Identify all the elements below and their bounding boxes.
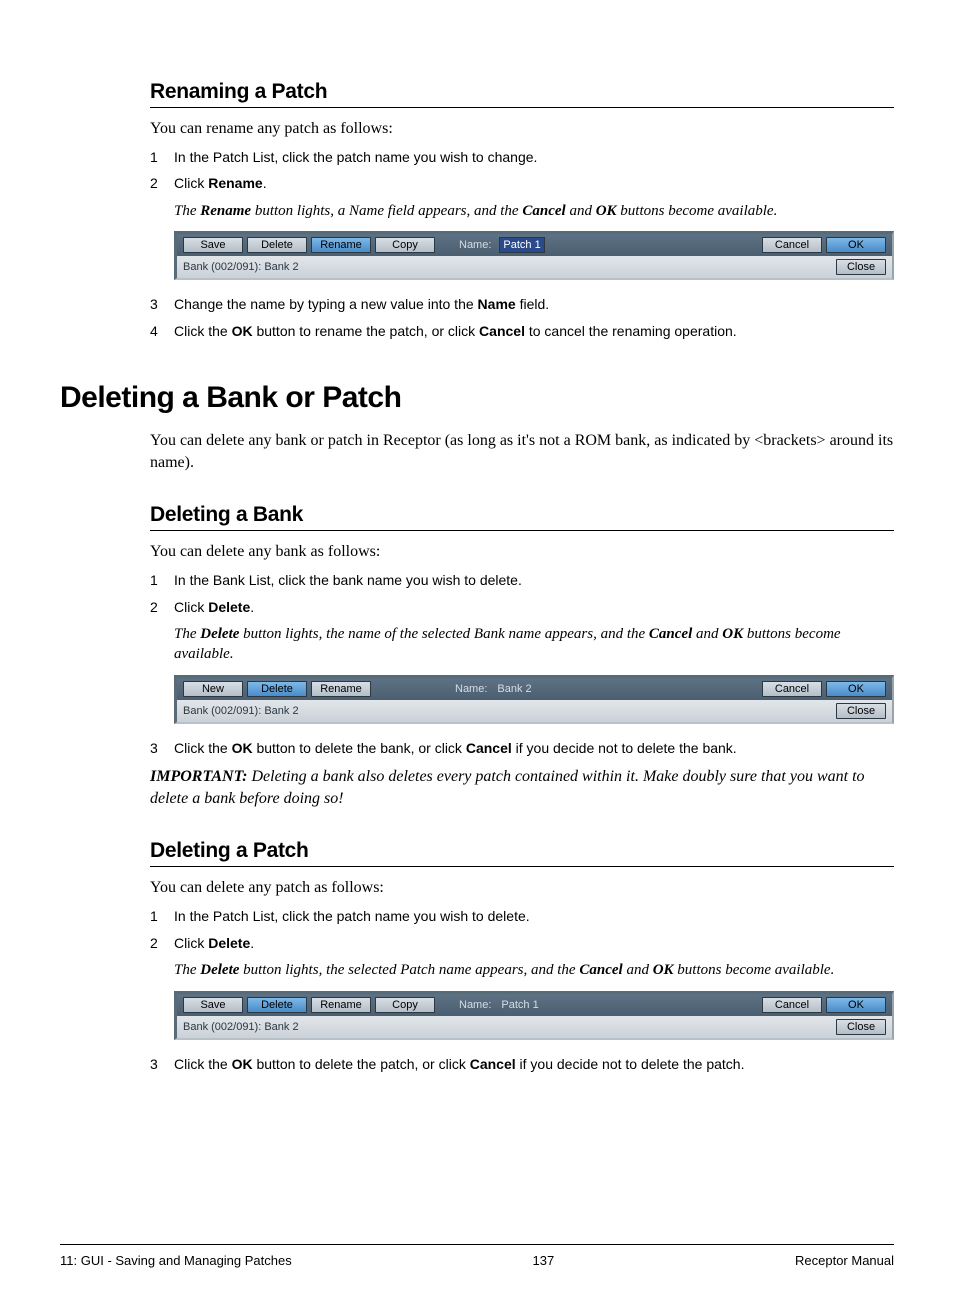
- footer-chapter: 11: GUI - Saving and Managing Patches: [60, 1253, 292, 1268]
- delete-button[interactable]: Delete: [247, 237, 307, 253]
- delete-button[interactable]: Delete: [247, 681, 307, 697]
- cancel-button[interactable]: Cancel: [762, 681, 822, 697]
- footer-manual-name: Receptor Manual: [795, 1253, 894, 1268]
- delete-button[interactable]: Delete: [247, 997, 307, 1013]
- step-text: In the Patch List, click the patch name …: [174, 148, 894, 168]
- name-label: Name:: [459, 239, 491, 251]
- step-number: 1: [150, 571, 174, 591]
- close-button[interactable]: Close: [836, 703, 886, 719]
- step-text: In the Bank List, click the bank name yo…: [174, 571, 894, 591]
- copy-button[interactable]: Copy: [375, 237, 435, 253]
- step-number: 1: [150, 907, 174, 927]
- step-text: Click the OK button to delete the patch,…: [174, 1055, 894, 1075]
- close-button[interactable]: Close: [836, 1019, 886, 1035]
- step-text: In the Patch List, click the patch name …: [174, 907, 894, 927]
- step-number: 3: [150, 295, 174, 315]
- main-heading-deleting: Deleting a Bank or Patch: [60, 381, 894, 415]
- step-note: The Rename button lights, a Name field a…: [174, 201, 894, 221]
- cancel-button[interactable]: Cancel: [762, 237, 822, 253]
- toolbar-screenshot-delete-bank: New Delete Rename Name: Bank 2 Cancel OK…: [174, 675, 894, 724]
- step-number: 2: [150, 934, 174, 954]
- step-number: 3: [150, 1055, 174, 1075]
- ok-button[interactable]: OK: [826, 997, 886, 1013]
- step-text: Click Delete.: [174, 934, 894, 954]
- copy-button[interactable]: Copy: [375, 997, 435, 1013]
- step-number: 4: [150, 322, 174, 342]
- step-number: 1: [150, 148, 174, 168]
- name-value: Patch 1: [501, 999, 538, 1011]
- name-input[interactable]: Patch 1: [499, 237, 544, 253]
- step-note: The Delete button lights, the selected P…: [174, 960, 894, 980]
- close-button[interactable]: Close: [836, 259, 886, 275]
- step-number: 3: [150, 739, 174, 759]
- toolbar-screenshot-rename: Save Delete Rename Copy Name: Patch 1 Ca…: [174, 231, 894, 280]
- toolbar-screenshot-delete-patch: Save Delete Rename Copy Name: Patch 1 Ca…: [174, 991, 894, 1040]
- page-footer: 11: GUI - Saving and Managing Patches 13…: [60, 1244, 894, 1268]
- bank-status: Bank (002/091): Bank 2: [183, 261, 299, 273]
- step-text: Click the OK button to rename the patch,…: [174, 322, 894, 342]
- important-note: IMPORTANT: Deleting a bank also deletes …: [150, 766, 894, 809]
- step-number: 2: [150, 598, 174, 618]
- name-value: Bank 2: [497, 683, 531, 695]
- bank-status: Bank (002/091): Bank 2: [183, 705, 299, 717]
- step-note: The Delete button lights, the name of th…: [174, 624, 894, 665]
- footer-page-number: 137: [533, 1253, 555, 1268]
- intro-text: You can delete any bank as follows:: [150, 541, 894, 563]
- bank-status: Bank (002/091): Bank 2: [183, 1021, 299, 1033]
- new-button[interactable]: New: [183, 681, 243, 697]
- section-heading-deleting-patch: Deleting a Patch: [150, 839, 894, 867]
- name-label: Name:: [459, 999, 491, 1011]
- rename-button[interactable]: Rename: [311, 681, 371, 697]
- section-heading-deleting-bank: Deleting a Bank: [150, 503, 894, 531]
- intro-text: You can delete any patch as follows:: [150, 877, 894, 899]
- ok-button[interactable]: OK: [826, 237, 886, 253]
- rename-button[interactable]: Rename: [311, 237, 371, 253]
- step-text: Click Rename.: [174, 174, 894, 194]
- rename-button[interactable]: Rename: [311, 997, 371, 1013]
- cancel-button[interactable]: Cancel: [762, 997, 822, 1013]
- intro-text: You can rename any patch as follows:: [150, 118, 894, 140]
- step-text: Click Delete.: [174, 598, 894, 618]
- section-heading-renaming: Renaming a Patch: [150, 80, 894, 108]
- name-label: Name:: [455, 683, 487, 695]
- intro-text: You can delete any bank or patch in Rece…: [150, 430, 894, 473]
- save-button[interactable]: Save: [183, 237, 243, 253]
- step-text: Click the OK button to delete the bank, …: [174, 739, 894, 759]
- save-button[interactable]: Save: [183, 997, 243, 1013]
- step-number: 2: [150, 174, 174, 194]
- step-text: Change the name by typing a new value in…: [174, 295, 894, 315]
- ok-button[interactable]: OK: [826, 681, 886, 697]
